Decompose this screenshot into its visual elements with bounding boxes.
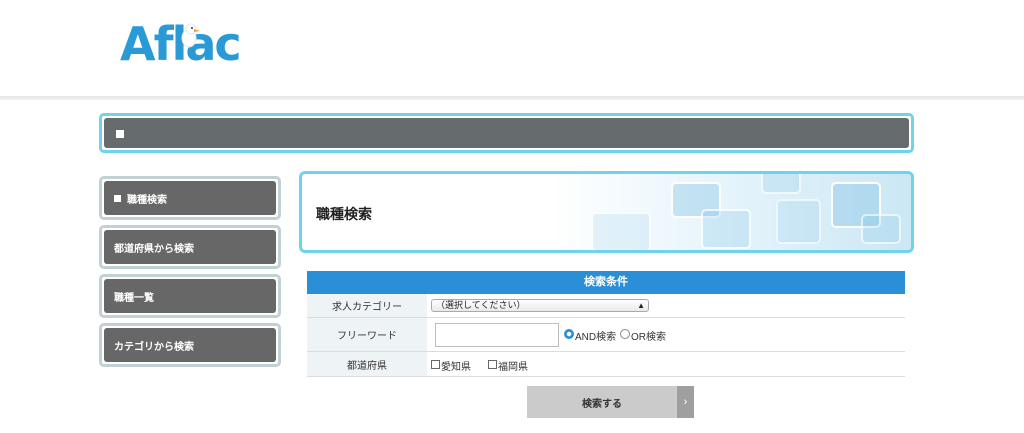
or-radio[interactable]	[620, 329, 630, 339]
square-icon	[114, 194, 121, 202]
sidebar-item-label: 都道府県から検索	[114, 243, 194, 255]
site-header: Aflac	[0, 0, 1024, 97]
prefecture-checkbox-fukuoka[interactable]	[488, 360, 497, 369]
prefecture-label: 都道府県	[307, 352, 427, 376]
page-title-box: 職種検索	[299, 171, 914, 253]
search-conditions-header: 検索条件	[307, 271, 905, 294]
sidebar-item-category-search[interactable]: カテゴリから検索	[99, 323, 281, 367]
banner-bar	[104, 118, 909, 148]
freeword-label: フリーワード	[307, 318, 427, 351]
aflac-logo[interactable]: Aflac	[120, 18, 265, 70]
category-row: 求人カテゴリー （選択してください） ▲︎	[307, 294, 905, 318]
category-select-value: （選択してください）	[436, 300, 526, 310]
sidebar-item-label: 職種検索	[127, 194, 167, 206]
and-radio[interactable]	[564, 329, 574, 339]
or-radio-label: OR検索	[631, 332, 666, 343]
prefecture-checkbox-label: 愛知県	[441, 362, 471, 373]
chevron-right-icon: ›	[677, 386, 694, 418]
category-label: 求人カテゴリー	[307, 294, 427, 317]
header-divider	[0, 96, 1024, 100]
page-title: 職種検索	[316, 206, 372, 222]
select-arrows-icon: ▲︎	[637, 301, 645, 310]
sidebar-item-prefecture-search[interactable]: 都道府県から検索	[99, 225, 281, 269]
prefecture-row: 都道府県 愛知県 福岡県	[307, 352, 905, 377]
and-radio-label: AND検索	[575, 332, 617, 343]
sidebar-item-job-search[interactable]: 職種検索	[99, 176, 281, 220]
prefecture-checkbox-aichi[interactable]	[431, 360, 440, 369]
sidebar-item-label: 職種一覧	[114, 292, 154, 304]
freeword-row: フリーワード AND検索 OR検索	[307, 318, 905, 352]
search-submit-label: 検索する	[582, 398, 622, 410]
sidebar-item-job-list[interactable]: 職種一覧	[99, 274, 281, 318]
category-select[interactable]: （選択してください） ▲︎	[431, 299, 649, 312]
category-banner	[99, 113, 914, 153]
decorative-pattern	[551, 174, 911, 250]
search-submit-button[interactable]: 検索する ›	[527, 386, 694, 418]
freeword-input[interactable]	[435, 323, 559, 347]
prefecture-checkbox-label: 福岡県	[498, 362, 528, 373]
duck-icon	[181, 23, 200, 48]
sidebar-item-label: カテゴリから検索	[114, 341, 194, 353]
square-icon	[116, 130, 124, 138]
